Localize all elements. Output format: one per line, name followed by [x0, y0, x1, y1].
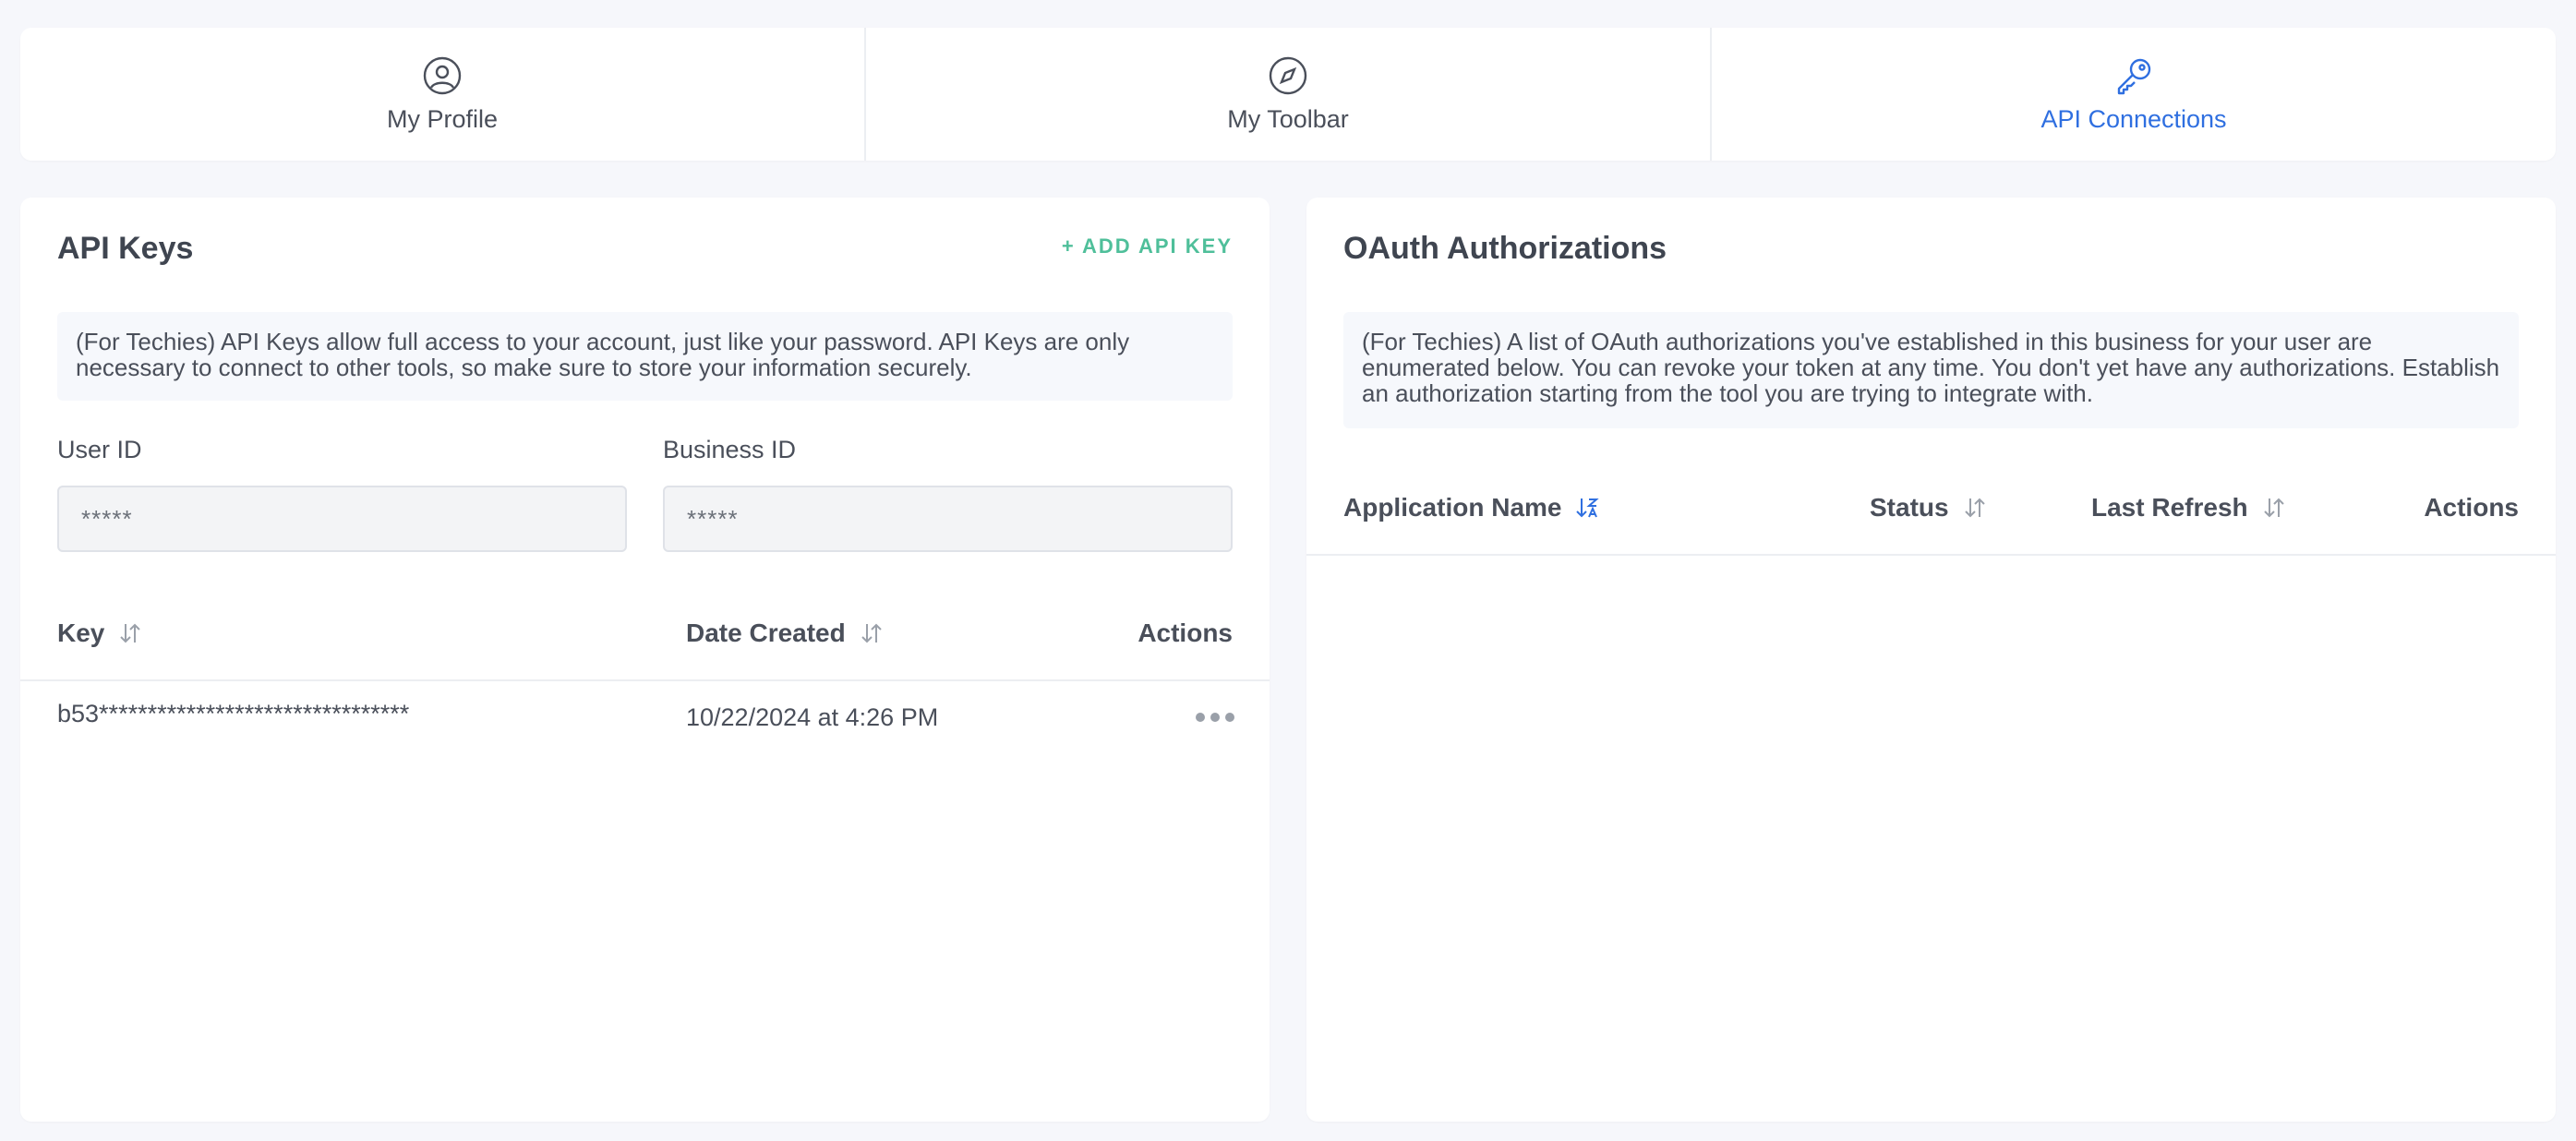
settings-tabbar: My Profile My Toolbar API Connections: [20, 28, 2556, 161]
api-keys-title: API Keys: [57, 231, 194, 266]
key-icon: [2117, 58, 2151, 94]
column-header-status-label: Status: [1870, 493, 1949, 522]
user-circle-icon: [423, 56, 462, 94]
api-key-value: b53********************************: [57, 700, 410, 727]
column-header-last-refresh-label: Last Refresh: [2091, 493, 2248, 522]
compass-icon: [1269, 56, 1307, 94]
add-api-key-button[interactable]: + ADD API KEY: [1062, 234, 1233, 258]
oauth-card: OAuth Authorizations (For Techies) A lis…: [1306, 198, 2556, 1122]
column-header-key[interactable]: Key: [57, 619, 143, 648]
column-header-actions-label: Actions: [1138, 619, 1233, 647]
tab-api-connections[interactable]: API Connections: [1712, 28, 2556, 161]
api-keys-info: (For Techies) API Keys allow full access…: [57, 312, 1233, 401]
column-header-actions: Actions: [1138, 619, 1233, 648]
tab-my-toolbar[interactable]: My Toolbar: [866, 28, 1712, 161]
business-id-label: Business ID: [663, 436, 797, 463]
column-header-key-label: Key: [57, 619, 105, 647]
tab-api-connections-label: API Connections: [2040, 104, 2227, 133]
tab-my-profile-label: My Profile: [386, 104, 499, 133]
user-id-value: *****: [81, 504, 133, 533]
api-key-date: 10/22/2024 at 4:26 PM: [686, 703, 939, 731]
oauth-info: (For Techies) A list of OAuth authorizat…: [1343, 312, 2519, 428]
sort-icon: [1964, 498, 1985, 518]
column-header-application-name[interactable]: Application Name: [1343, 493, 1600, 522]
column-header-application-name-label: Application Name: [1343, 493, 1562, 522]
column-header-actions-label: Actions: [2424, 493, 2519, 522]
tab-my-toolbar-label: My Toolbar: [1227, 104, 1349, 133]
sort-icon: [2263, 498, 2284, 518]
row-actions-menu-icon[interactable]: [1196, 713, 1234, 722]
column-header-date-created-label: Date Created: [686, 619, 846, 647]
api-keys-card: API Keys + ADD API KEY (For Techies) API…: [20, 198, 1270, 1122]
sort-icon: [120, 623, 141, 643]
column-header-status[interactable]: Status: [1870, 493, 1988, 522]
table-divider: [20, 679, 1270, 681]
oauth-title: OAuth Authorizations: [1343, 231, 1667, 266]
sort-icon: [861, 623, 882, 643]
column-header-date-created[interactable]: Date Created: [686, 619, 885, 648]
user-id-label: User ID: [57, 436, 142, 463]
business-id-field[interactable]: *****: [663, 486, 1233, 552]
table-divider: [1306, 554, 2556, 556]
column-header-actions: Actions: [2424, 493, 2519, 522]
sort-ascending-icon: [1576, 498, 1600, 518]
user-id-field[interactable]: *****: [57, 486, 627, 552]
tab-my-profile[interactable]: My Profile: [20, 28, 866, 161]
column-header-last-refresh[interactable]: Last Refresh: [2091, 493, 2287, 522]
business-id-value: *****: [687, 504, 739, 533]
